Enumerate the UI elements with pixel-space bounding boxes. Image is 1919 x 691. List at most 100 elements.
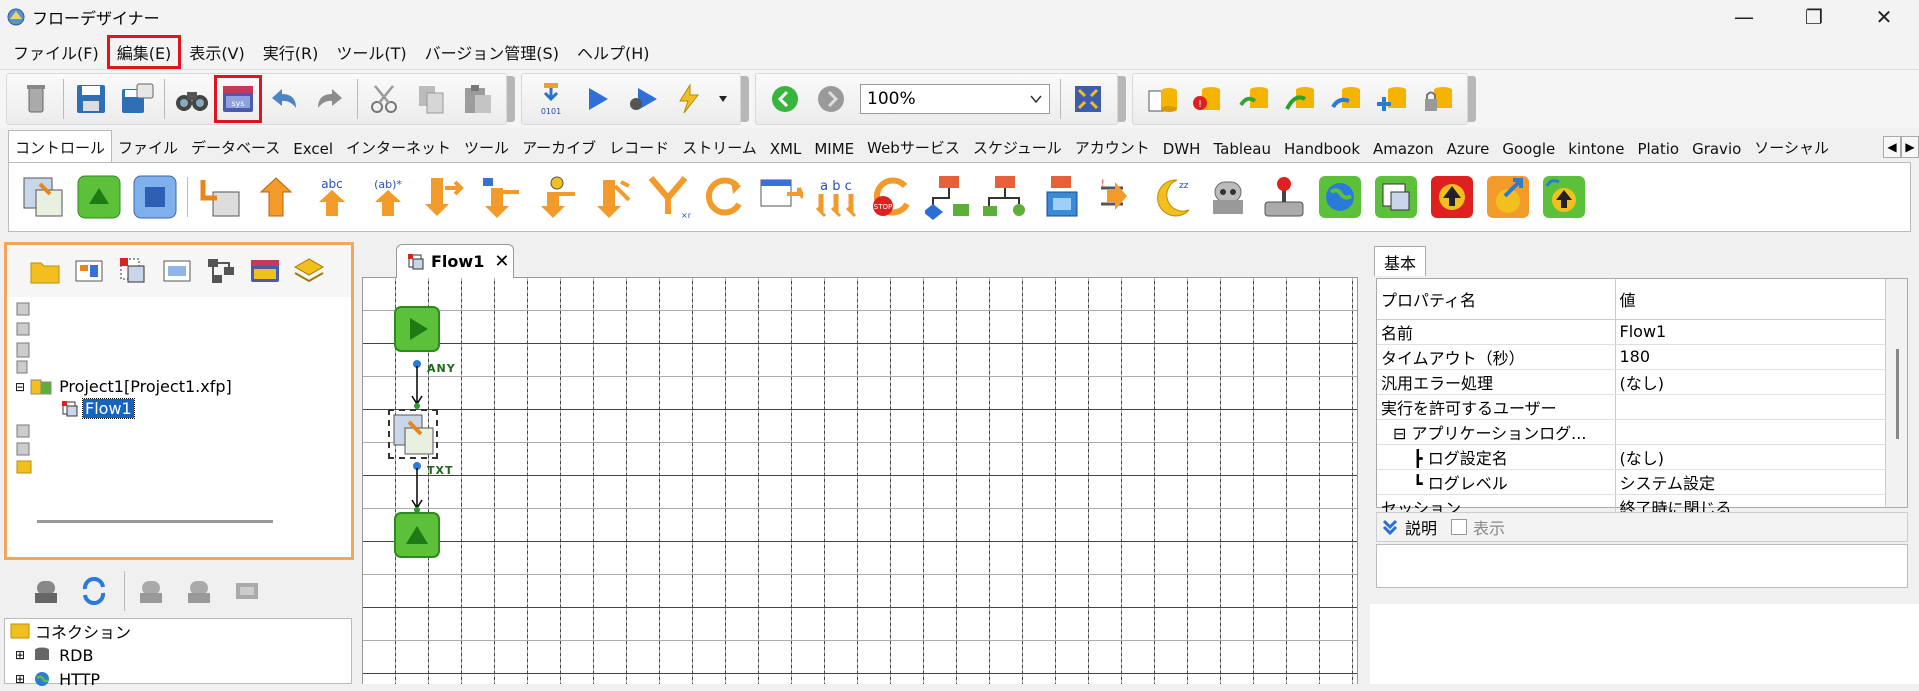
palette-tab-amazon[interactable]: Amazon <box>1367 136 1441 162</box>
palette-item-stop-loop[interactable]: STOP <box>867 172 917 222</box>
property-row[interactable]: ┣ ログ設定名 (なし) <box>1377 444 1907 470</box>
flow-link-2[interactable] <box>409 462 425 514</box>
flow-link-1[interactable] <box>409 360 425 410</box>
flow-component-button[interactable] <box>157 251 197 291</box>
paste-button[interactable] <box>455 77 499 121</box>
description-textbox[interactable] <box>1376 544 1908 588</box>
palette-tab-azure[interactable]: Azure <box>1441 136 1497 162</box>
palette-item-branch[interactable] <box>251 172 301 222</box>
flow-canvas[interactable]: ANY TXT <box>362 278 1358 684</box>
palette-item-wait[interactable]: zz <box>1147 172 1197 222</box>
show-description-checkbox[interactable] <box>1451 519 1468 535</box>
palette-tab-database[interactable]: データベース <box>185 133 287 162</box>
connection-delete-button[interactable] <box>225 571 269 611</box>
palette-item-condition[interactable] <box>531 172 581 222</box>
palette-tab-internet[interactable]: インターネット <box>340 133 458 162</box>
palette-tab-tools[interactable]: ツール <box>458 133 516 162</box>
find-button[interactable] <box>170 77 214 121</box>
palette-item-sub-flow[interactable] <box>18 172 68 222</box>
palette-tab-account[interactable]: アカウント <box>1069 133 1157 162</box>
debug-run-button[interactable] <box>621 77 665 121</box>
connection-item-http[interactable]: ⊞ HTTP <box>5 667 351 691</box>
property-row[interactable]: タイムアウト（秒） 180 <box>1377 344 1907 370</box>
palette-tab-stream[interactable]: ストリーム <box>676 133 764 162</box>
save-button[interactable] <box>69 77 113 121</box>
close-button[interactable]: ✕ <box>1849 0 1919 34</box>
property-row[interactable]: ┗ ログレベル システム設定 <box>1377 469 1907 495</box>
resources-button[interactable] <box>289 251 329 291</box>
open-project-button[interactable] <box>25 251 65 291</box>
db-add-button[interactable] <box>1370 77 1414 121</box>
db-import-button[interactable] <box>1324 77 1368 121</box>
db-list-button[interactable] <box>1140 77 1184 121</box>
palette-item-merge[interactable]: ×n <box>643 172 693 222</box>
copy-button[interactable] <box>409 77 453 121</box>
flow-node-end[interactable] <box>394 512 440 558</box>
palette-item-retry[interactable] <box>699 172 749 222</box>
palette-item-export-orange[interactable] <box>1483 172 1533 222</box>
maximize-button[interactable]: ❐ <box>1779 0 1849 34</box>
compile-button[interactable]: 0101 <box>529 77 573 121</box>
property-row[interactable]: 実行を許可するユーザー <box>1377 394 1907 420</box>
tree-horizontal-scrollbar[interactable] <box>37 520 273 523</box>
menu-tools[interactable]: ツール(T) <box>327 36 415 68</box>
property-row[interactable]: 名前 Flow1 <box>1377 319 1907 345</box>
palette-tab-handbook[interactable]: Handbook <box>1278 136 1367 162</box>
properties-tab-basic[interactable]: 基本 <box>1374 246 1426 276</box>
tree-expand-icon[interactable]: ⊞ <box>15 648 25 662</box>
palette-item-joystick[interactable] <box>1259 172 1309 222</box>
property-value[interactable] <box>1615 419 1907 445</box>
palette-tab-google[interactable]: Google <box>1496 136 1562 162</box>
menu-view[interactable]: 表示(V) <box>180 36 253 68</box>
palette-item-robot[interactable] <box>1203 172 1253 222</box>
connection-edit-button[interactable] <box>177 571 221 611</box>
palette-item-user-branch[interactable] <box>979 172 1029 222</box>
new-flow-button[interactable] <box>113 251 153 291</box>
palette-item-upload-red[interactable] <box>1427 172 1477 222</box>
connection-root[interactable]: コネクション <box>5 619 351 643</box>
close-tab-icon[interactable]: ✕ <box>494 251 509 272</box>
tree-node-flow1[interactable]: Flow1 <box>61 398 135 419</box>
palette-tab-mime[interactable]: MIME <box>808 136 861 162</box>
palette-tab-file[interactable]: ファイル <box>112 133 185 162</box>
external-variable-button[interactable] <box>245 251 285 291</box>
project-view-button[interactable] <box>69 251 109 291</box>
menu-edit[interactable]: 編集(E) <box>106 34 182 69</box>
menu-help[interactable]: ヘルプ(H) <box>568 36 659 68</box>
palette-item-parallel[interactable] <box>587 172 637 222</box>
property-value[interactable]: 180 <box>1615 344 1907 370</box>
run-dropdown-button[interactable] <box>713 77 733 121</box>
palette-item-end[interactable] <box>130 172 180 222</box>
db-lock-button[interactable] <box>1416 77 1460 121</box>
palette-item-char-loop[interactable]: a b c <box>811 172 861 222</box>
connection-refresh-button[interactable] <box>72 571 116 611</box>
forward-button[interactable] <box>809 77 853 121</box>
connection-item-rdb[interactable]: ⊞ RDB <box>5 643 351 667</box>
palette-item-regex-abc[interactable]: abc <box>307 172 357 222</box>
palette-tab-xml[interactable]: XML <box>764 136 809 162</box>
canvas-tab-flow1[interactable]: Flow1 ✕ <box>396 244 514 278</box>
palette-item-exception[interactable]: ! <box>1091 172 1141 222</box>
db-error-button[interactable]: ! <box>1186 77 1230 121</box>
palette-tab-gravio[interactable]: Gravio <box>1686 136 1748 162</box>
tree-collapse-icon[interactable]: ⊟ <box>15 380 25 394</box>
palette-item-call-flow[interactable] <box>1371 172 1421 222</box>
menu-file[interactable]: ファイル(F) <box>4 36 108 68</box>
quick-run-button[interactable] <box>667 77 711 121</box>
undo-button[interactable] <box>262 77 306 121</box>
property-value[interactable]: (なし) <box>1615 369 1907 395</box>
palette-item-regex-ab[interactable]: (ab)* <box>363 172 413 222</box>
menu-version-control[interactable]: バージョン管理(S) <box>416 36 568 68</box>
flow-node-subflow[interactable] <box>391 412 437 458</box>
minimize-button[interactable]: — <box>1709 0 1779 34</box>
palette-tab-tableau[interactable]: Tableau <box>1207 136 1278 162</box>
palette-tab-social[interactable]: ソーシャル <box>1748 133 1836 162</box>
palette-scroll-left-button[interactable]: ◀ <box>1883 136 1901 158</box>
db-refresh-button[interactable] <box>1232 77 1276 121</box>
palette-item-web[interactable] <box>1315 172 1365 222</box>
property-value[interactable]: Flow1 <box>1615 319 1907 345</box>
palette-tab-webservice[interactable]: Webサービス <box>861 133 967 162</box>
property-value[interactable]: システム設定 <box>1615 469 1907 495</box>
palette-tab-archive[interactable]: アーカイブ <box>516 133 603 162</box>
palette-item-upload-green[interactable] <box>1539 172 1589 222</box>
